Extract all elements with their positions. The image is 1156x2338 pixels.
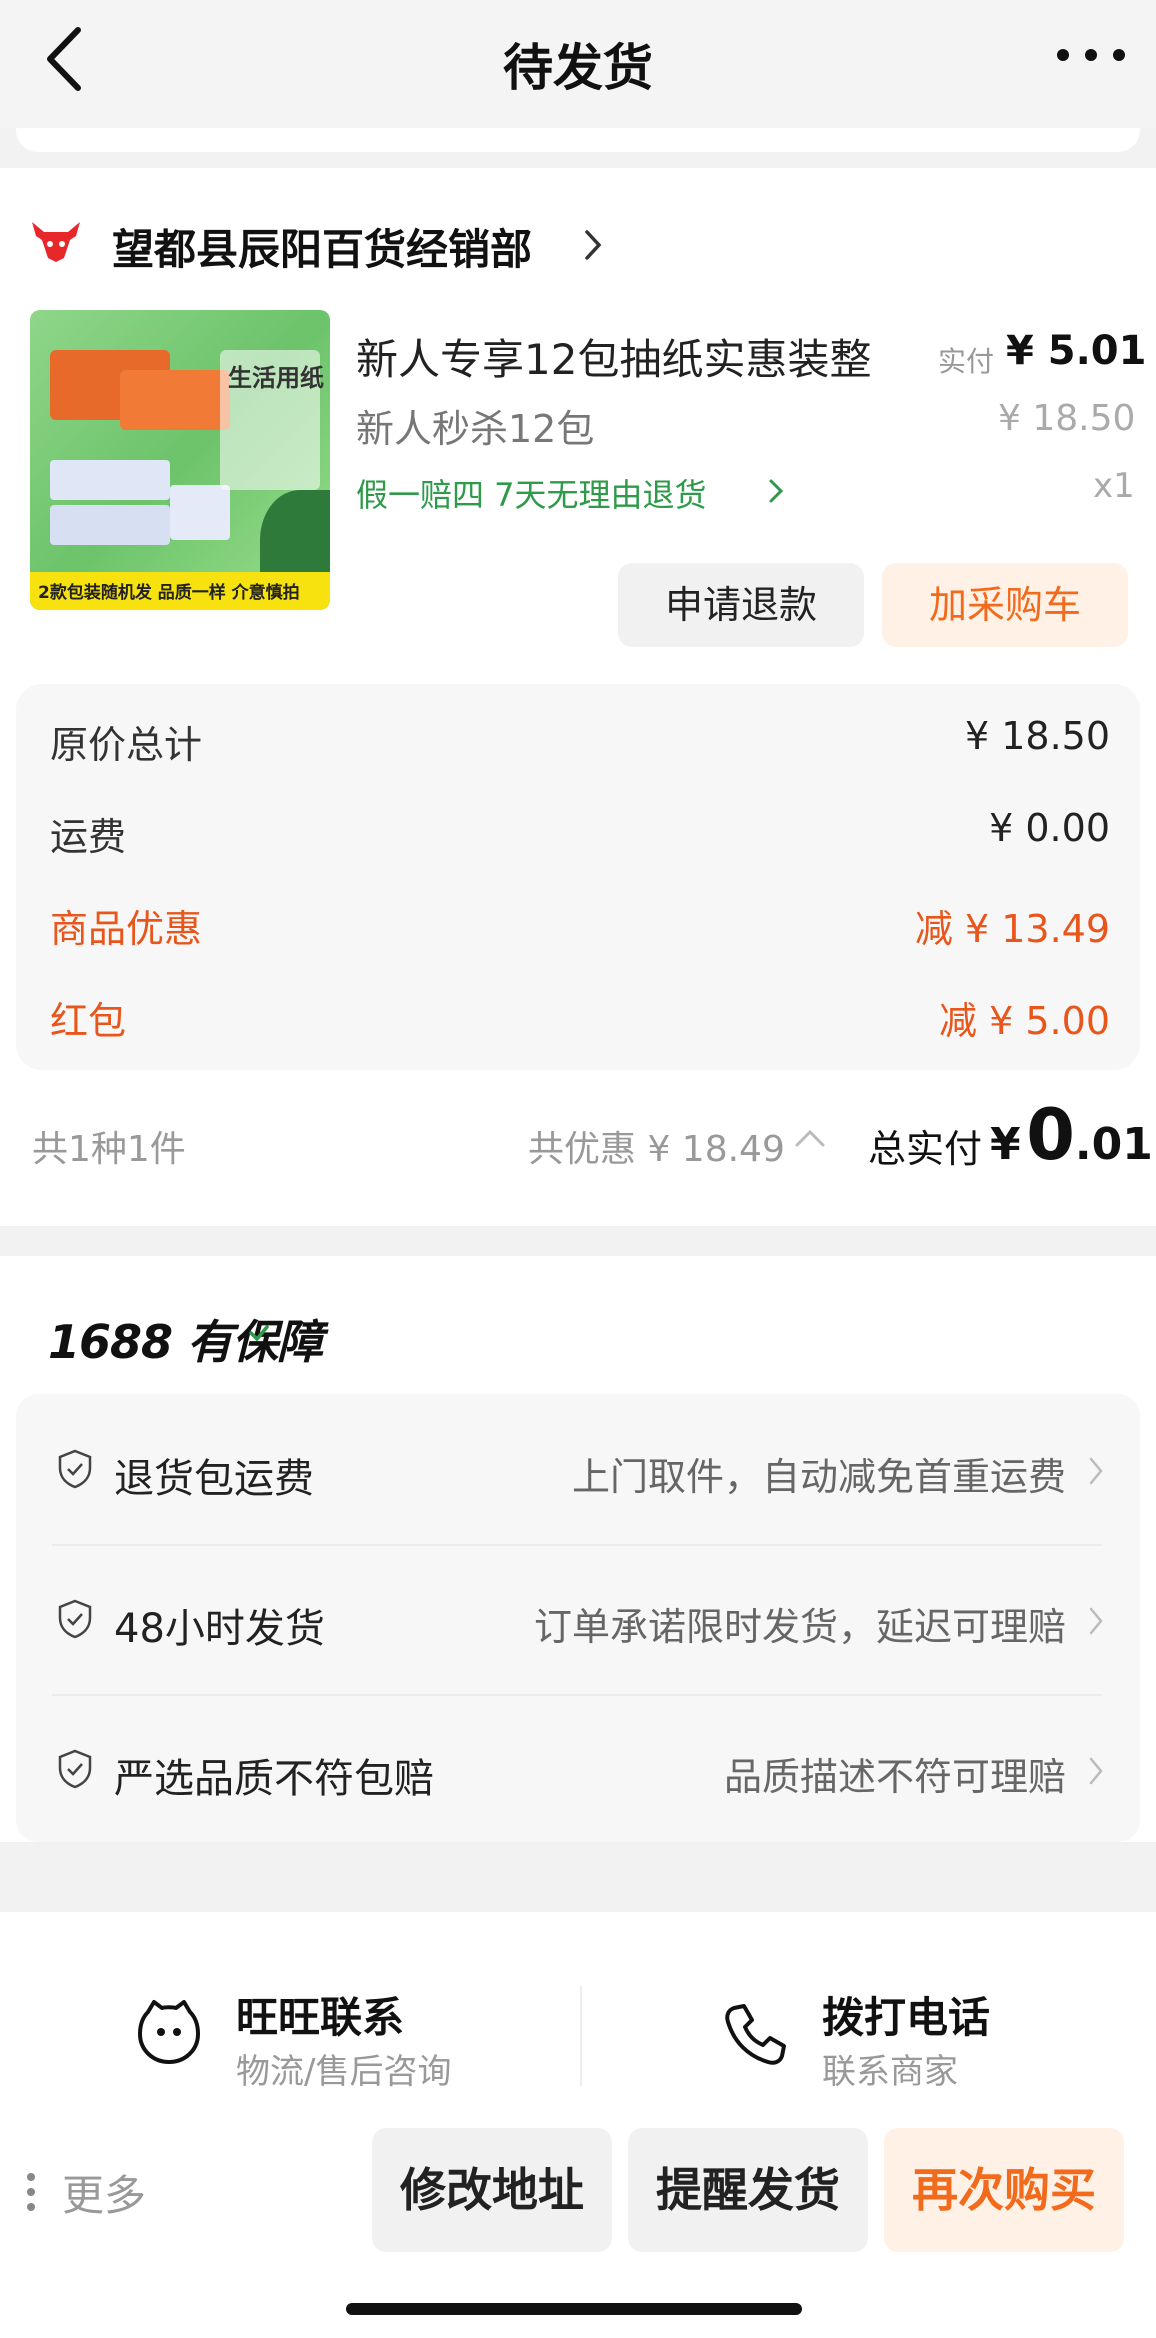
chevron-right-icon[interactable] (768, 478, 784, 504)
page-title: 待发货 (503, 39, 653, 97)
shop-logo-icon (32, 222, 80, 262)
guarantee-item-label[interactable]: 48小时发货 (114, 1596, 325, 1654)
shop-name[interactable]: 望都县辰阳百货经销部 (112, 216, 532, 277)
image-tissue-pack (170, 485, 230, 540)
chevron-right-icon[interactable] (1088, 1756, 1104, 1786)
guarantee-item-label[interactable]: 严选品质不符包赔 (114, 1746, 434, 1804)
total-paid-label: 总实付 (868, 1127, 983, 1171)
check-icon (249, 1325, 269, 1342)
product-guarantee-link[interactable]: 假一赔四 7天无理由退货 (356, 470, 707, 516)
chevron-right-icon[interactable] (1088, 1456, 1104, 1486)
original-total-value: ¥ 18.50 (964, 714, 1110, 758)
image-tissue-pack (50, 505, 170, 545)
remind-shipment-button[interactable]: 提醒发货 (628, 2128, 868, 2252)
product-discount-label: 商品优惠 (50, 907, 203, 951)
modify-address-button[interactable]: 修改地址 (372, 2128, 612, 2252)
buy-again-button[interactable]: 再次购买 (884, 2128, 1124, 2252)
red-packet-value: 减 ¥ 5.00 (939, 999, 1110, 1043)
add-to-cart-button[interactable]: 加采购车 (882, 563, 1128, 647)
shield-check-icon (58, 1449, 92, 1489)
total-currency: ¥ (990, 1119, 1021, 1170)
shipping-fee-label: 运费 (50, 815, 127, 859)
total-decimal: .01 (1074, 1119, 1153, 1170)
vertical-dots-icon[interactable] (26, 2172, 36, 2212)
chevron-right-icon[interactable] (582, 228, 604, 262)
wangwang-contact-subtitle: 物流/售后咨询 (236, 2052, 452, 2092)
more-button[interactable]: 更多 (62, 2162, 146, 2223)
total-integer: 0 (1026, 1094, 1075, 1176)
image-orange-box (120, 370, 230, 430)
chevron-up-icon[interactable] (794, 1128, 826, 1148)
guarantee-item-desc[interactable]: 上门取件，自动减免首重运费 (572, 1446, 1066, 1501)
phone-icon[interactable] (722, 2002, 788, 2068)
red-packet-label: 红包 (50, 999, 127, 1043)
guarantee-item-desc[interactable]: 品质描述不符可理赔 (724, 1746, 1066, 1801)
wangwang-chat-icon[interactable] (134, 1998, 204, 2068)
image-tissue-pack (50, 460, 170, 500)
original-total-label: 原价总计 (50, 723, 203, 767)
total-discount-toggle[interactable]: 共优惠 ¥ 18.49 (528, 1120, 785, 1172)
total-paid-value: ¥ 0.01 (990, 1094, 1153, 1176)
shield-check-icon (58, 1599, 92, 1639)
divider (580, 1986, 582, 2086)
call-phone-title[interactable]: 拨打电话 (822, 1984, 990, 2045)
shipping-fee-value: ¥ 0.00 (989, 806, 1110, 850)
request-refund-button[interactable]: 申请退款 (618, 563, 864, 647)
call-phone-subtitle: 联系商家 (822, 2052, 958, 2092)
chevron-right-icon[interactable] (1088, 1606, 1104, 1636)
original-price: ¥ 18.50 (998, 398, 1136, 439)
product-quantity: x1 (1093, 466, 1135, 506)
guarantee-item-label[interactable]: 退货包运费 (114, 1446, 314, 1504)
wangwang-contact-title[interactable]: 旺旺联系 (236, 1984, 404, 2045)
divider (52, 1544, 1102, 1546)
more-options-icon[interactable] (1054, 46, 1128, 64)
divider (52, 1694, 1102, 1696)
product-title[interactable]: 新人专享12包抽纸实惠装整 (356, 326, 871, 387)
guarantee-logo: 1688 有保障 (48, 1315, 323, 1369)
product-image[interactable]: 生活用纸 2款包装随机发 品质一样 介意慎拍 (30, 310, 330, 610)
product-discount-value: 减 ¥ 13.49 (914, 907, 1110, 951)
image-sign-text: 生活用纸 (228, 364, 324, 392)
product-sku: 新人秒杀12包 (356, 407, 595, 451)
guarantee-item-desc[interactable]: 订单承诺限时发货，延迟可理赔 (534, 1596, 1066, 1651)
item-count: 共1种1件 (32, 1129, 186, 1170)
actual-price: ¥ 5.01 (1006, 328, 1147, 374)
bottom-action-area (0, 1912, 1156, 2338)
previous-card-edge (16, 128, 1140, 152)
image-banner-text: 2款包装随机发 品质一样 介意慎拍 (38, 583, 300, 603)
shield-check-icon (58, 1749, 92, 1789)
home-indicator[interactable] (346, 2303, 802, 2315)
actual-price-label: 实付 (938, 345, 995, 378)
